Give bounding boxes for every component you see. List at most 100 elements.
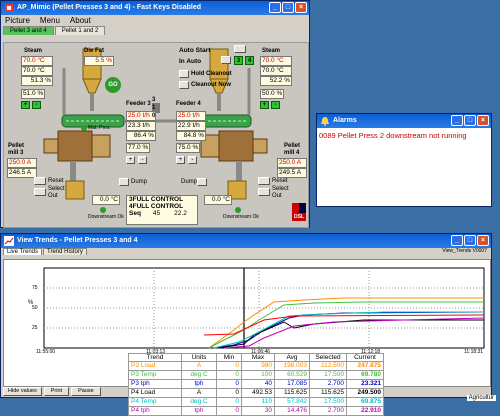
control-line-4: 4FULL CONTROL	[129, 203, 184, 210]
table-row[interactable]: P4 tph tph 0 30 14.476 2.700 22.910	[128, 406, 384, 416]
trend-cell-current: 23.321	[346, 379, 384, 389]
trend-cell-avg: 115.625	[274, 388, 310, 398]
feeder4-minus-button[interactable]: -	[188, 156, 197, 164]
downstream4-label: Downstream Ok	[223, 214, 259, 220]
main-title-bar[interactable]: AP_Mimic (Pellet Presses 3 and 4) - Fast…	[1, 1, 309, 15]
table-row[interactable]: P3 Temp deg C 0 100 60.529 17.500 69.780	[128, 370, 384, 380]
dump4-button[interactable]	[197, 178, 207, 186]
trend-y-tick-50: 50	[32, 305, 38, 311]
trend-cell-current: 249.500	[346, 388, 384, 398]
menu-menu[interactable]: Menu	[40, 15, 60, 26]
trend-cell-selected: 115.625	[309, 388, 347, 398]
hold-cleanout-button[interactable]	[179, 70, 189, 78]
steam4-minus-button[interactable]: -	[271, 101, 280, 109]
tab-pellet-1-2[interactable]: Pellet 1 and 2	[54, 26, 106, 35]
steam4-valve: 52.2 %	[260, 76, 292, 86]
in-auto-button[interactable]	[221, 56, 231, 64]
trends-title-bar[interactable]: View Trends - Pellet Presses 3 and 4 _ □…	[1, 234, 491, 248]
trends-minimize-button[interactable]: _	[451, 235, 463, 246]
alarms-close-button[interactable]: ×	[477, 115, 489, 126]
auto-press-4[interactable]: 4	[245, 56, 254, 65]
main-mimic-window: AP_Mimic (Pellet Presses 3 and 4) - Fast…	[0, 0, 310, 228]
feeder3-plus-button[interactable]: +	[126, 156, 135, 164]
maximize-button[interactable]: □	[282, 2, 294, 13]
select-out-left-button[interactable]	[34, 188, 46, 196]
trend-cell-trend: P4 Temp	[128, 397, 182, 407]
trend-cell-units: tph	[181, 379, 217, 389]
mill3-setpoint[interactable]: 250.0 A	[7, 158, 37, 168]
reset-left-button[interactable]	[34, 177, 46, 185]
menu-about[interactable]: About	[70, 15, 91, 26]
close-button[interactable]: ×	[295, 2, 307, 13]
mill3-actual: 246.5 A	[7, 168, 37, 178]
dump3-button[interactable]	[119, 178, 129, 186]
trend-cell-min: 0	[216, 379, 242, 389]
mill4-actual: 249.5 A	[277, 168, 307, 178]
table-row[interactable]: P4 Load A 0 492.53 115.625 115.625 249.500	[128, 388, 384, 398]
control-status-box: 3FULL CONTROL 4FULL CONTROL Seq 45 22.2	[126, 195, 198, 225]
print-button[interactable]: Print	[43, 387, 70, 396]
trends-maximize-button[interactable]: □	[464, 235, 476, 246]
table-row[interactable]: P4 Temp deg C 0 110 57.842 17.500 69.875	[128, 397, 384, 407]
dsl-logo: DSL	[292, 203, 306, 223]
trends-close-button[interactable]: ×	[477, 235, 489, 246]
cleanout-now-button[interactable]	[179, 81, 189, 89]
auto-start-label: Auto Start	[179, 47, 211, 54]
dsl-logo-text: DSL	[292, 213, 306, 221]
feeder4-setpoint[interactable]: 25.0 t/h	[176, 111, 206, 121]
alarms-maximize-button[interactable]: □	[464, 115, 476, 126]
feeder3-percent: 86.4 %	[126, 131, 156, 141]
trend-cell-avg: 60.529	[274, 370, 310, 380]
steam3-minus-button[interactable]: -	[32, 101, 41, 109]
trend-x-tick-5: 11:18:31	[464, 349, 484, 355]
trend-cell-avg: 57.842	[274, 397, 310, 407]
dump4-label: Dump	[181, 179, 198, 185]
pause-button[interactable]: Pause	[71, 387, 101, 396]
trend-cell-current: 22.910	[346, 406, 384, 416]
select-out-button[interactable]	[258, 188, 270, 196]
auto-press-3[interactable]: 3	[234, 56, 243, 65]
steam3-setpoint[interactable]: 70.0 °C	[21, 56, 53, 66]
minimize-button[interactable]: _	[269, 2, 281, 13]
cooler3-temp: 0.0 °C	[92, 195, 120, 205]
alarms-minimize-button[interactable]: _	[451, 115, 463, 126]
trend-cell-max: 110	[241, 397, 275, 407]
trend-cell-selected: 2.700	[309, 406, 347, 416]
trends-footer: Hide values Print Pause	[3, 387, 101, 396]
steam4-output: 50.0 %	[260, 89, 284, 99]
table-row[interactable]: P3 tph tph 0 40 17.085 2.700 23.321	[128, 379, 384, 389]
steam4-actual: 70.0 °C	[260, 66, 292, 76]
tab-pellet-3-4[interactable]: Pellet 3 and 4	[3, 26, 54, 35]
seq-value-2: 22.2	[174, 210, 187, 217]
alarm-message[interactable]: 0089 Pellet Press 2 downstream not runni…	[317, 128, 491, 143]
trend-cell-selected: 17.500	[309, 370, 347, 380]
auto-start-button[interactable]	[234, 45, 246, 53]
feeder3-minus-button[interactable]: -	[138, 156, 147, 164]
mill3-label-line2: mill 3	[8, 150, 24, 156]
reset-label: Reset	[272, 178, 288, 184]
trend-cell-trend: P3 tph	[128, 379, 182, 389]
tab-trend-history[interactable]: Trend History	[43, 248, 87, 255]
feeder4-plus-button[interactable]: +	[176, 156, 185, 164]
feeder3-label: Feeder 3	[126, 101, 151, 107]
alarms-title-bar[interactable]: Alarms _ □ ×	[317, 114, 491, 128]
control-line-3: 3FULL CONTROL	[129, 196, 184, 203]
steam3-plus-button[interactable]: +	[21, 101, 30, 109]
hide-values-button[interactable]: Hide values	[3, 387, 42, 396]
trend-cell-max: 100	[241, 370, 275, 380]
mill4-setpoint[interactable]: 250.0 A	[277, 158, 307, 168]
menu-picture[interactable]: Picture	[5, 15, 30, 26]
reset-button[interactable]	[258, 177, 270, 185]
mat-pres-indicator	[81, 125, 87, 131]
die-fat-value[interactable]: 5.5 %	[84, 56, 114, 66]
trends-version: View_Trends V0007	[442, 248, 487, 254]
trend-cell-selected: 2.700	[309, 379, 347, 389]
feeder4-label: Feeder 4	[176, 101, 201, 107]
steam4-setpoint[interactable]: 70.0 °C	[260, 56, 292, 66]
alarms-title: Alarms	[333, 117, 357, 124]
col-trend: Trend	[128, 353, 182, 362]
trend-cell-avg: 198.003	[274, 361, 310, 371]
steam4-plus-button[interactable]: +	[260, 101, 269, 109]
table-row[interactable]: P3 Load A 0 980 198.003 112.500 247.875	[128, 361, 384, 371]
tab-live-trends[interactable]: Live Trends	[3, 248, 43, 255]
